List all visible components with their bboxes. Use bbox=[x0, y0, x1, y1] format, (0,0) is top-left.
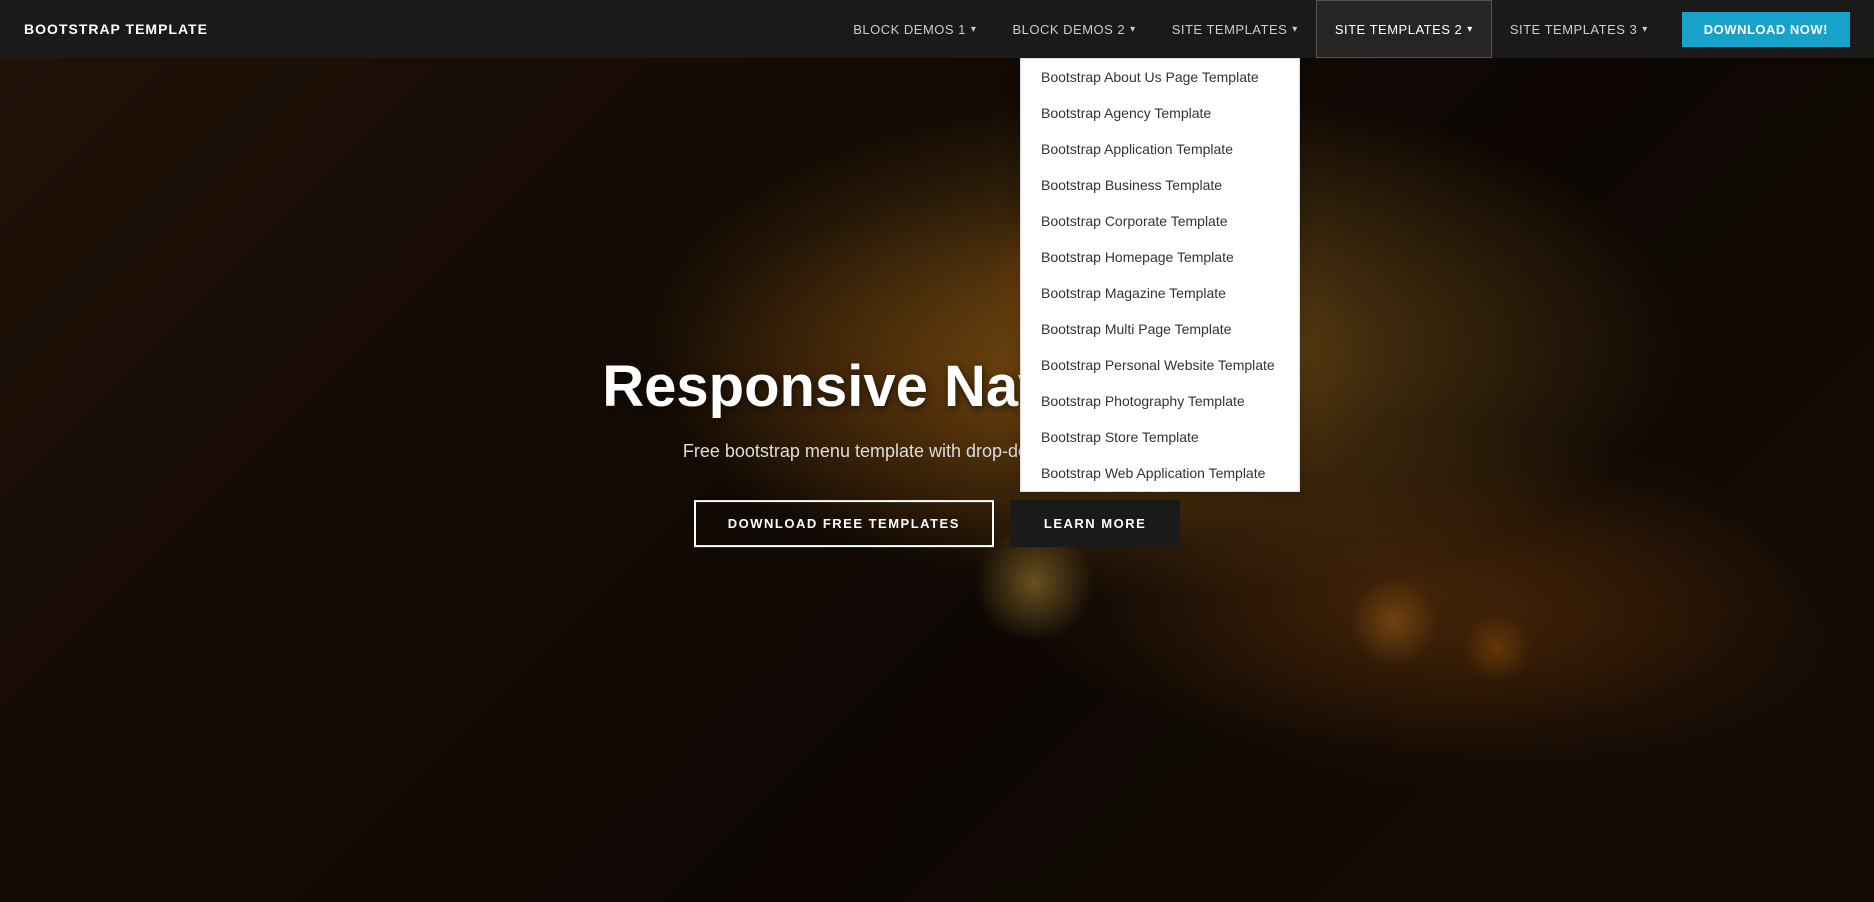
nav-label-site-templates: SITE TEMPLATES bbox=[1172, 22, 1288, 37]
nav-item-site-templates[interactable]: SITE TEMPLATES ▾ bbox=[1154, 0, 1316, 58]
learn-more-button[interactable]: LEARN MORE bbox=[1010, 500, 1180, 547]
navbar: BOOTSTRAP TEMPLATE BLOCK DEMOS 1 ▾ BLOCK… bbox=[0, 0, 1874, 58]
download-templates-button[interactable]: DOWNLOAD FREE TEMPLATES bbox=[694, 500, 994, 547]
dropdown-item[interactable]: Bootstrap Agency Template bbox=[1021, 95, 1299, 131]
nav-label-block-demos-2: BLOCK DEMOS 2 bbox=[1012, 22, 1125, 37]
caret-icon-4: ▾ bbox=[1467, 24, 1473, 35]
download-now-button[interactable]: DOWNLOAD NOW! bbox=[1682, 12, 1850, 47]
dropdown-item[interactable]: Bootstrap Application Template bbox=[1021, 131, 1299, 167]
dropdown-item[interactable]: Bootstrap Homepage Template bbox=[1021, 239, 1299, 275]
dropdown-item[interactable]: Bootstrap Personal Website Template bbox=[1021, 347, 1299, 383]
nav-label-block-demos-1: BLOCK DEMOS 1 bbox=[853, 22, 966, 37]
dropdown-item[interactable]: Bootstrap Business Template bbox=[1021, 167, 1299, 203]
nav-item-site-templates-3[interactable]: SITE TEMPLATES 3 ▾ bbox=[1492, 0, 1666, 58]
caret-icon-1: ▾ bbox=[971, 24, 977, 35]
nav-item-site-templates-2[interactable]: SITE TEMPLATES 2 ▾ bbox=[1316, 0, 1492, 58]
dropdown-item[interactable]: Bootstrap Multi Page Template bbox=[1021, 311, 1299, 347]
nav-label-site-templates-2: SITE TEMPLATES 2 bbox=[1335, 22, 1462, 37]
hero-section: Responsive Navbar Tem Free bootstrap men… bbox=[0, 0, 1874, 902]
nav-item-block-demos-2[interactable]: BLOCK DEMOS 2 ▾ bbox=[994, 0, 1153, 58]
caret-icon-5: ▾ bbox=[1642, 24, 1648, 35]
dropdown-item[interactable]: Bootstrap Web Application Template bbox=[1021, 455, 1299, 491]
dropdown-item[interactable]: Bootstrap Store Template bbox=[1021, 419, 1299, 455]
dropdown-item[interactable]: Bootstrap Magazine Template bbox=[1021, 275, 1299, 311]
nav-label-site-templates-3: SITE TEMPLATES 3 bbox=[1510, 22, 1637, 37]
caret-icon-2: ▾ bbox=[1130, 24, 1136, 35]
dropdown-item[interactable]: Bootstrap Corporate Template bbox=[1021, 203, 1299, 239]
nav-item-block-demos-1[interactable]: BLOCK DEMOS 1 ▾ bbox=[835, 0, 994, 58]
nav-items: BLOCK DEMOS 1 ▾ BLOCK DEMOS 2 ▾ SITE TEM… bbox=[835, 0, 1850, 58]
dropdown-item[interactable]: Bootstrap About Us Page Template bbox=[1021, 59, 1299, 95]
dropdown-item[interactable]: Bootstrap Photography Template bbox=[1021, 383, 1299, 419]
navbar-brand: BOOTSTRAP TEMPLATE bbox=[24, 21, 208, 37]
site-templates-2-dropdown: Bootstrap About Us Page TemplateBootstra… bbox=[1020, 58, 1300, 492]
caret-icon-3: ▾ bbox=[1292, 24, 1298, 35]
hero-buttons: DOWNLOAD FREE TEMPLATES LEARN MORE bbox=[587, 500, 1287, 547]
